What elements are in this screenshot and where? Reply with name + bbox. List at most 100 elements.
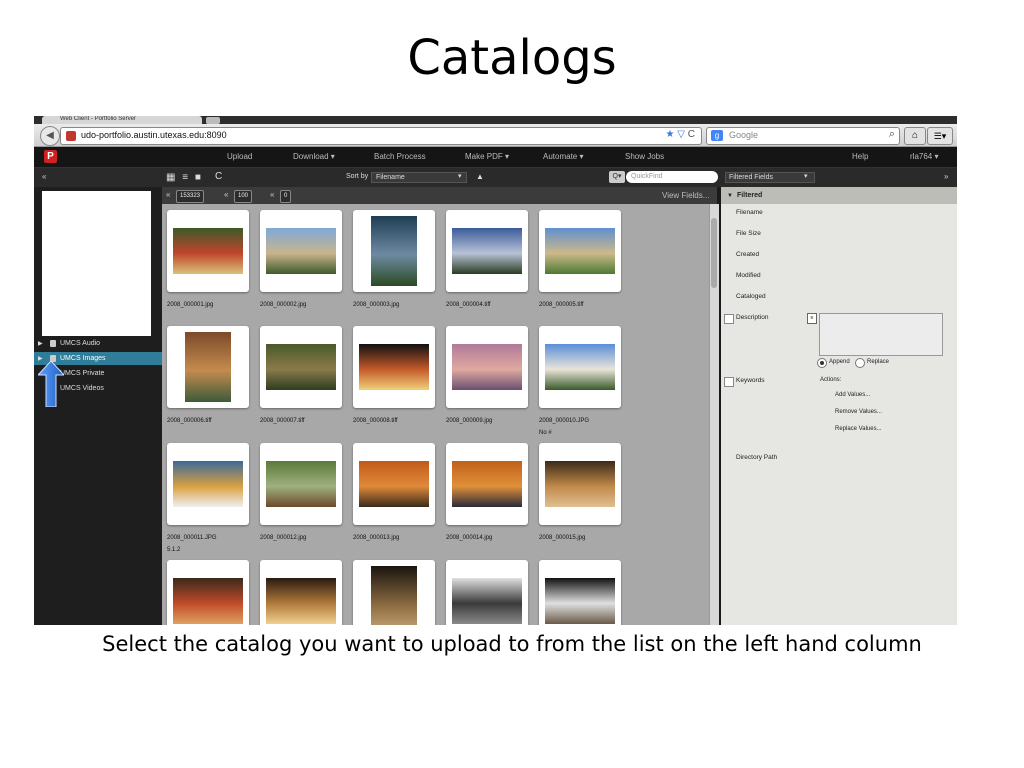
asset-thumbnail-card[interactable] [167, 210, 249, 292]
portfolio-favicon-icon [66, 131, 76, 141]
replace-values-link[interactable]: Replace Values... [835, 426, 882, 432]
total-count-badge: 153323 [176, 190, 205, 203]
expand-arrow-icon[interactable]: ▶ [34, 338, 50, 351]
asset-filename[interactable]: 2008_000002.jpg [260, 302, 306, 308]
page-prev-icon[interactable]: « [224, 190, 228, 199]
quickfind-icon[interactable]: Q▾ [609, 171, 625, 183]
asset-thumbnail-card[interactable] [260, 210, 342, 292]
menu-icon[interactable]: ☰▾ [927, 127, 953, 145]
asset-thumbnail-card[interactable] [446, 210, 528, 292]
asset-filename[interactable]: 2008_000015.jpg [539, 535, 585, 541]
scrollbar-thumb[interactable] [711, 218, 717, 288]
download-menu[interactable]: Download ▾ [293, 152, 335, 161]
collapse-left-icon[interactable]: « [42, 172, 46, 181]
asset-thumbnail-card[interactable] [353, 326, 435, 408]
asset-filename[interactable]: 2008_000003.jpg [353, 302, 399, 308]
automate-menu[interactable]: Automate ▾ [543, 152, 583, 161]
asset-filename[interactable]: 2008_000011.JPG [167, 535, 217, 541]
collapse-arrow-icon[interactable]: ▼ [721, 193, 737, 199]
asset-filename[interactable]: 2008_000004.tiff [446, 302, 491, 308]
asset-thumbnail-card[interactable] [260, 560, 342, 625]
sort-ascending-icon[interactable]: ▲ [476, 172, 484, 181]
asset-thumbnail-card[interactable] [539, 560, 621, 625]
reload-icon[interactable]: C [688, 129, 695, 140]
asset-thumbnail-card[interactable] [446, 443, 528, 525]
make-pdf-menu[interactable]: Make PDF ▾ [465, 152, 509, 161]
batch-process-menu[interactable]: Batch Process [374, 152, 426, 161]
asset-filename[interactable]: 2008_000014.jpg [446, 535, 492, 541]
search-field[interactable]: g Google ⌕ [706, 127, 900, 145]
description-checkbox[interactable] [724, 314, 734, 324]
filtered-label: Filtered [736, 192, 763, 199]
url-text: udo-portfolio.austin.utexas.edu:8090 [81, 130, 227, 140]
app-toolbar: P Upload Download ▾ Batch Process Make P… [34, 147, 957, 168]
asset-filename[interactable]: 2008_000012.jpg [260, 535, 306, 541]
asset-filename[interactable]: 2008_000005.tiff [539, 302, 584, 308]
user-menu[interactable]: rla764 ▾ [910, 152, 938, 161]
asset-thumbnail-card[interactable] [167, 443, 249, 525]
asset-filename[interactable]: 2008_000009.jpg [446, 418, 492, 424]
asset-photo [545, 461, 615, 507]
filtered-header[interactable]: ▼ Filtered [721, 187, 957, 204]
asset-photo [266, 344, 336, 390]
asset-filename[interactable]: 2008_000006.tiff [167, 418, 212, 424]
fields-dropdown-icon[interactable]: ▾ [804, 172, 808, 180]
grid-scrollbar[interactable] [709, 204, 719, 625]
remove-values-link[interactable]: Remove Values... [835, 409, 882, 415]
asset-thumbnail-card[interactable] [353, 560, 435, 625]
fields-select[interactable]: Filtered Fields [725, 172, 815, 183]
asset-photo [371, 566, 417, 625]
field-cataloged: Cataloged [736, 293, 766, 300]
asset-thumbnail-card[interactable] [260, 326, 342, 408]
description-field[interactable] [819, 313, 943, 356]
asset-thumbnail-card[interactable] [446, 560, 528, 625]
home-icon[interactable]: ⌂ [904, 127, 926, 145]
asset-filename[interactable]: 2008_000013.jpg [353, 535, 399, 541]
text-icon[interactable]: ≡ [807, 313, 817, 324]
asset-photo [371, 216, 417, 286]
asset-thumbnail-card[interactable] [167, 326, 249, 408]
search-icon[interactable]: ⌕ [889, 128, 895, 141]
asset-thumbnail-card[interactable] [539, 326, 621, 408]
asset-filename[interactable]: 2008_000008.tiff [353, 418, 398, 424]
sort-dropdown-icon[interactable]: ▾ [458, 172, 462, 180]
asset-photo [545, 578, 615, 624]
replace-radio[interactable] [855, 358, 865, 368]
asset-thumbnail-card[interactable] [260, 443, 342, 525]
per-page-badge[interactable]: 100 [234, 190, 253, 203]
asset-thumbnail-card[interactable] [353, 210, 435, 292]
add-values-link[interactable]: Add Values... [835, 392, 870, 398]
quickfind-input[interactable]: QuickFind [626, 171, 718, 183]
actions-label: Actions: [820, 377, 842, 383]
catalog-item-umcs-audio[interactable]: ▶ UMCS Audio [34, 337, 162, 350]
append-radio[interactable] [817, 358, 827, 368]
refresh-icon[interactable]: C [215, 171, 222, 182]
address-bar[interactable]: udo-portfolio.austin.utexas.edu:8090 ★ ▽… [60, 127, 702, 145]
catalog-label: UMCS Videos [60, 385, 104, 392]
asset-thumbnail-card[interactable] [167, 560, 249, 625]
back-arrow-icon[interactable]: ◀ [40, 126, 60, 146]
sort-select[interactable]: Filename [371, 172, 467, 183]
asset-thumbnail-card[interactable] [539, 210, 621, 292]
page-next-icon[interactable]: « [270, 190, 274, 199]
star-icon[interactable]: ★ ▽ C [666, 129, 695, 140]
asset-thumbnail-card[interactable] [539, 443, 621, 525]
portfolio-logo: P [44, 150, 57, 163]
help-menu[interactable]: Help [852, 152, 868, 161]
asset-grid: 2008_000001.jpg 2008_000002.jpg 2008_00000… [162, 204, 709, 625]
view-mode-icons[interactable]: ▦ ≡ ■ [166, 172, 203, 183]
view-fields-button[interactable]: View Fields... [662, 191, 709, 200]
page-back-icon[interactable]: « [166, 190, 170, 199]
asset-filename[interactable]: 2008_000010.JPG [539, 418, 589, 424]
asset-filename[interactable]: 2008_000007.tiff [260, 418, 305, 424]
new-tab-button[interactable] [206, 117, 220, 124]
upload-menu[interactable]: Upload [227, 152, 252, 161]
google-icon[interactable]: g [711, 130, 723, 141]
keywords-checkbox[interactable] [724, 377, 734, 387]
asset-thumbnail-card[interactable] [353, 443, 435, 525]
asset-filename[interactable]: 2008_000001.jpg [167, 302, 213, 308]
asset-thumbnail-card[interactable] [446, 326, 528, 408]
browser-tab[interactable]: Web Client - Portfolio Server [42, 116, 202, 124]
collapse-right-icon[interactable]: » [944, 172, 948, 181]
show-jobs-menu[interactable]: Show Jobs [625, 152, 664, 161]
